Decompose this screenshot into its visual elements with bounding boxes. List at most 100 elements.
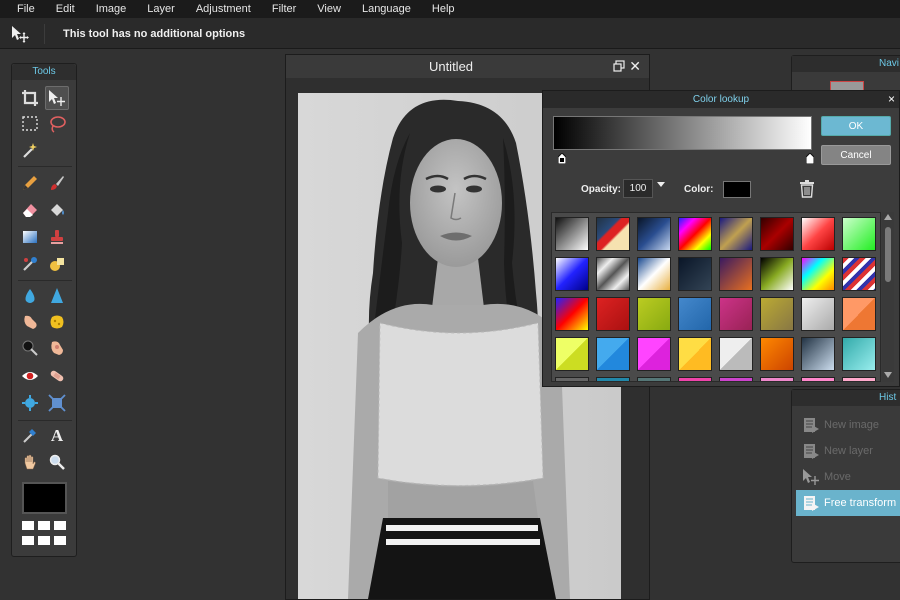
lasso-select-icon[interactable]: [45, 112, 69, 136]
gradient-preset[interactable]: [555, 337, 589, 371]
gradient-preset[interactable]: [596, 297, 630, 331]
spot-heal-icon[interactable]: [45, 364, 69, 388]
restore-window-icon[interactable]: [613, 60, 625, 72]
gradient-preset[interactable]: [637, 257, 671, 291]
gradient-preset[interactable]: [555, 297, 589, 331]
presets-scrollbar[interactable]: [882, 212, 894, 382]
close-window-icon[interactable]: ✕: [629, 58, 641, 75]
pinch-tool-icon[interactable]: [45, 391, 69, 415]
gradient-tool-icon[interactable]: [18, 225, 42, 249]
history-item-new-layer[interactable]: New layer: [796, 438, 900, 464]
scroll-up-icon[interactable]: [884, 214, 892, 220]
close-icon[interactable]: ×: [888, 91, 895, 108]
type-tool-icon[interactable]: A: [45, 423, 69, 447]
menu-view[interactable]: View: [317, 3, 341, 15]
gradient-preset[interactable]: [760, 377, 794, 381]
gradient-preset[interactable]: [842, 217, 876, 251]
chevron-down-icon[interactable]: [657, 182, 665, 187]
pencil-tool-icon[interactable]: [18, 171, 42, 195]
gradient-preset[interactable]: [678, 337, 712, 371]
gradient-preset[interactable]: [760, 337, 794, 371]
gradient-preset[interactable]: [801, 297, 835, 331]
gradient-stop-right-icon[interactable]: [806, 153, 814, 164]
marquee-select-icon[interactable]: [18, 112, 42, 136]
gradient-preset[interactable]: [678, 257, 712, 291]
gradient-preset[interactable]: [678, 297, 712, 331]
gradient-preset[interactable]: [801, 377, 835, 381]
scrollbar-thumb[interactable]: [885, 227, 891, 282]
bloat-tool-icon[interactable]: [18, 391, 42, 415]
gradient-preset[interactable]: [760, 217, 794, 251]
ok-button[interactable]: OK: [821, 116, 891, 136]
swatch-4[interactable]: [22, 536, 34, 545]
gradient-preset[interactable]: [719, 257, 753, 291]
gradient-preset[interactable]: [760, 257, 794, 291]
crop-tool-icon[interactable]: [18, 86, 42, 110]
sharpen-tool-icon[interactable]: [45, 284, 69, 308]
scroll-down-icon[interactable]: [884, 372, 892, 378]
menu-image[interactable]: Image: [96, 3, 127, 15]
move-tool-icon[interactable]: [45, 86, 69, 110]
gradient-preset[interactable]: [801, 337, 835, 371]
history-item-free-transform[interactable]: Free transform: [796, 490, 900, 516]
menu-layer[interactable]: Layer: [147, 3, 175, 15]
gradient-preset[interactable]: [842, 297, 876, 331]
paint-bucket-icon[interactable]: [45, 198, 69, 222]
gradient-preset[interactable]: [842, 377, 876, 381]
cancel-button[interactable]: Cancel: [821, 145, 891, 165]
brush-tool-icon[interactable]: [45, 171, 69, 195]
blur-tool-icon[interactable]: [18, 284, 42, 308]
opacity-input[interactable]: 100: [623, 179, 653, 198]
gradient-preset[interactable]: [555, 217, 589, 251]
gradient-preset[interactable]: [719, 217, 753, 251]
gradient-preset[interactable]: [637, 297, 671, 331]
red-eye-tool-icon[interactable]: [18, 364, 42, 388]
gradient-preset[interactable]: [719, 377, 753, 381]
gradient-preset[interactable]: [678, 217, 712, 251]
hand-tool-icon[interactable]: [18, 450, 42, 474]
gradient-preset[interactable]: [801, 217, 835, 251]
swatch-6[interactable]: [54, 536, 66, 545]
menu-edit[interactable]: Edit: [56, 3, 75, 15]
drawing-tool-icon[interactable]: [45, 252, 69, 276]
clone-stamp-icon[interactable]: [45, 225, 69, 249]
menu-help[interactable]: Help: [432, 3, 455, 15]
magic-wand-icon[interactable]: [18, 138, 42, 162]
gradient-preset[interactable]: [637, 337, 671, 371]
gradient-preset[interactable]: [555, 257, 589, 291]
gradient-preset[interactable]: [678, 377, 712, 381]
gradient-preset[interactable]: [596, 217, 630, 251]
color-picker-icon[interactable]: [18, 423, 42, 447]
gradient-preset[interactable]: [801, 257, 835, 291]
menu-filter[interactable]: Filter: [272, 3, 296, 15]
eraser-tool-icon[interactable]: [18, 198, 42, 222]
menu-file[interactable]: File: [17, 3, 35, 15]
trash-icon[interactable]: [799, 180, 815, 198]
history-item-move[interactable]: Move: [796, 464, 900, 490]
gradient-preset[interactable]: [596, 337, 630, 371]
foreground-color-swatch[interactable]: [22, 482, 67, 514]
zoom-tool-icon[interactable]: [45, 450, 69, 474]
gradient-stop-left-icon[interactable]: [558, 153, 566, 164]
sponge-tool-icon[interactable]: [45, 310, 69, 334]
gradient-preset[interactable]: [719, 297, 753, 331]
swatch-2[interactable]: [38, 521, 50, 530]
menu-adjustment[interactable]: Adjustment: [196, 3, 251, 15]
dialog-titlebar[interactable]: Color lookup ×: [543, 91, 899, 108]
color-well[interactable]: [723, 181, 751, 198]
gradient-preset[interactable]: [596, 257, 630, 291]
gradient-preset[interactable]: [637, 377, 671, 381]
swatch-1[interactable]: [22, 521, 34, 530]
color-replace-icon[interactable]: [18, 252, 42, 276]
history-item-new-image[interactable]: New image: [796, 412, 900, 438]
burn-tool-icon[interactable]: [18, 336, 42, 360]
gradient-preset[interactable]: [555, 377, 589, 381]
document-titlebar[interactable]: Untitled ✕: [286, 55, 649, 78]
smudge-tool-icon[interactable]: [18, 310, 42, 334]
gradient-preview[interactable]: [553, 116, 812, 150]
menu-language[interactable]: Language: [362, 3, 411, 15]
gradient-preset[interactable]: [596, 377, 630, 381]
gradient-preset[interactable]: [842, 257, 876, 291]
swatch-5[interactable]: [38, 536, 50, 545]
gradient-preset[interactable]: [760, 297, 794, 331]
